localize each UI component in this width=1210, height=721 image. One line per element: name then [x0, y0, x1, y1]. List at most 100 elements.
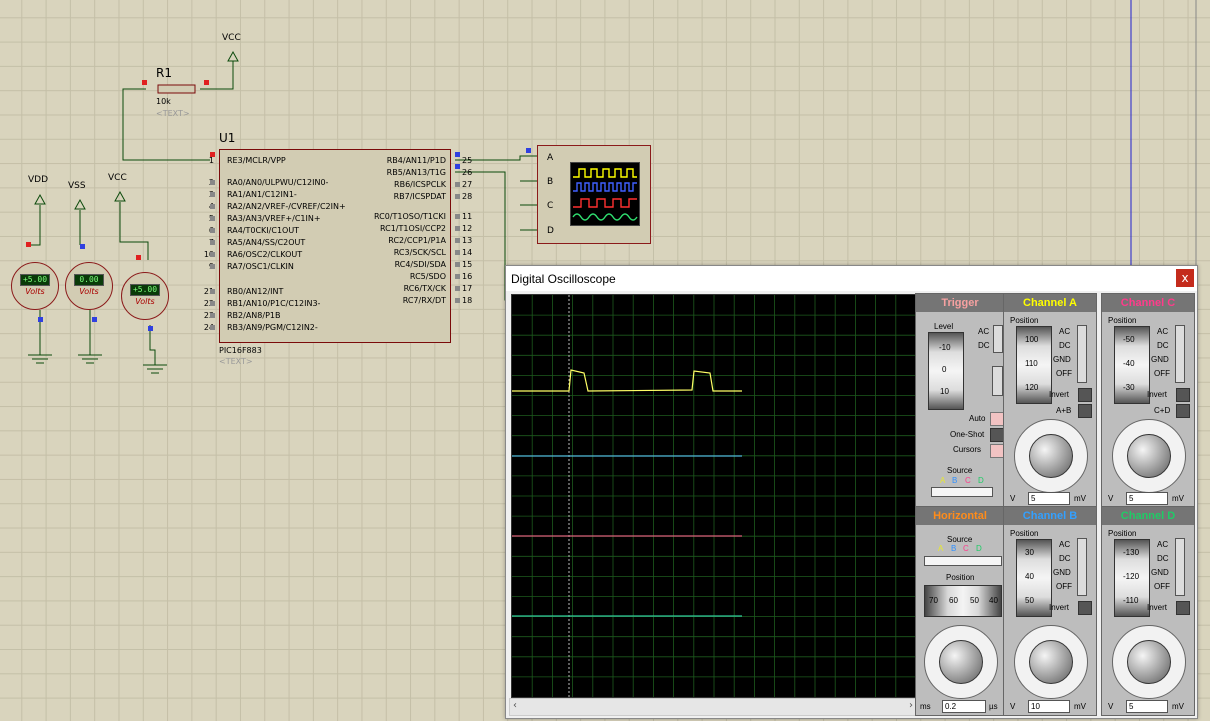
- channel-b-position-wheel[interactable]: 30 40 50: [1016, 539, 1052, 617]
- channel-b-coupling-switch[interactable]: [1077, 538, 1087, 596]
- channel-dc-label: DC: [1157, 554, 1169, 563]
- channel-position-tick: 120: [1025, 383, 1039, 392]
- channel-b-volts-value[interactable]: 10: [1028, 700, 1070, 713]
- channel-a-trace: [512, 369, 742, 392]
- trigger-edge-switch[interactable]: [992, 366, 1003, 396]
- channel-d-invert-button[interactable]: [1176, 601, 1190, 615]
- mcu-pin-name: RC2/CCP1/P1A: [388, 236, 446, 245]
- horizontal-source-label: Source: [947, 535, 973, 544]
- rb5-pin-marker: [455, 164, 460, 169]
- mcu-pin-marker: [455, 182, 460, 187]
- auto-button[interactable]: [990, 412, 1004, 426]
- channel-a-volts-knob[interactable]: [1014, 419, 1088, 493]
- mcu-pin-name: RB5/AN13/T1G: [386, 168, 446, 177]
- trigger-coupling-switch[interactable]: [993, 325, 1003, 353]
- oscilloscope-window[interactable]: Digital Oscilloscope x ‹ › Trigger Level…: [505, 265, 1198, 719]
- channel-a-coupling-switch[interactable]: [1077, 325, 1087, 383]
- timebase-knob[interactable]: [924, 625, 998, 699]
- mcu-pin-marker: [210, 216, 215, 221]
- horizontal-source-b: B: [951, 544, 957, 553]
- horizontal-position-wheel[interactable]: 70 60 50 40: [924, 585, 1002, 617]
- oscilloscope-symbol[interactable]: A B C D: [537, 145, 651, 244]
- channel-a-invert-button[interactable]: [1078, 388, 1092, 402]
- mcu-pin-number: 25: [462, 156, 473, 165]
- mcu-part: PIC16F883: [219, 346, 262, 355]
- mcu-pin-number: 27: [462, 180, 473, 189]
- channel-c-volts-knob[interactable]: [1112, 419, 1186, 493]
- vcc-top-label: VCC: [222, 33, 241, 43]
- scope-symbol-screen: [570, 162, 640, 226]
- channel-position-label: Position: [1108, 316, 1137, 325]
- channel-b-volts-knob[interactable]: [1014, 625, 1088, 699]
- channel-gnd-label: GND: [1151, 568, 1169, 577]
- channel-b-invert-button[interactable]: [1078, 601, 1092, 615]
- channel-c-invert-button[interactable]: [1176, 388, 1190, 402]
- trigger-source-slider[interactable]: [931, 487, 993, 497]
- trigger-source-a: A: [940, 476, 946, 485]
- vss-label: VSS: [68, 181, 86, 191]
- channel-off-label: OFF: [1056, 582, 1072, 591]
- horizontal-title: Horizontal: [916, 507, 1004, 525]
- scroll-right-icon[interactable]: ›: [909, 700, 913, 711]
- r1-pin1-marker: [142, 80, 147, 85]
- mcu-pin-number: 17: [462, 284, 473, 293]
- schematic-canvas[interactable]: VCC R1 10k <TEXT> VDD VSS VCC +5.00 Volt…: [0, 0, 1210, 721]
- channel-position-tick: 40: [1025, 572, 1034, 581]
- channel-unit-right: mV: [1172, 494, 1184, 503]
- channel-invert-label: Invert: [1049, 603, 1070, 612]
- channel-ac-label: AC: [1059, 540, 1071, 549]
- trigger-source-b: B: [952, 476, 958, 485]
- channel-a-combine-button[interactable]: [1078, 404, 1092, 418]
- mcu-pin-name: RC7/RX/DT: [402, 296, 446, 305]
- scroll-left-icon[interactable]: ‹: [513, 700, 517, 711]
- channel-a-title: Channel A: [1004, 294, 1096, 312]
- mcu-pin-marker: [455, 274, 460, 279]
- timebase-unit-right: µs: [989, 702, 998, 711]
- position-tick: 70: [929, 596, 938, 605]
- channel-combine-label: C+D: [1154, 406, 1171, 415]
- mcu-pin-name: RB3/AN9/PGM/C12IN2-: [227, 323, 318, 332]
- trigger-panel: Trigger Level -10 0 10 AC DC Auto One-Sh…: [915, 293, 1005, 508]
- mcu-pin-name: RA4/T0CKI/C1OUT: [227, 226, 300, 235]
- channel-d-coupling-switch[interactable]: [1175, 538, 1185, 596]
- mcu-pin-marker: [210, 313, 215, 318]
- voltmeter-vcc[interactable]: +5.00 Volts: [121, 272, 169, 320]
- timebase-value[interactable]: 0.2: [942, 700, 986, 713]
- cursors-label: Cursors: [953, 445, 982, 454]
- channel-d-volts-knob[interactable]: [1112, 625, 1186, 699]
- horizontal-source-slider[interactable]: [924, 556, 1002, 566]
- mcu-pic16f883[interactable]: 1RE3/MCLR/VPP2RA0/AN0/ULPWU/C12IN0-3RA1/…: [204, 149, 472, 343]
- level-tick: 10: [940, 387, 949, 396]
- channel-d-volts-value[interactable]: 5: [1126, 700, 1168, 713]
- scope-screen[interactable]: [511, 294, 917, 698]
- channel-a-position-wheel[interactable]: 100 110 120: [1016, 326, 1052, 404]
- mcu-pin-marker: [455, 214, 460, 219]
- trigger-level-wheel[interactable]: -10 0 10: [928, 332, 964, 410]
- channel-invert-label: Invert: [1147, 390, 1168, 399]
- mcu-pin-name: RB1/AN10/P1C/C12IN3-: [227, 299, 321, 308]
- channel-d-position-wheel[interactable]: -130 -120 -110: [1114, 539, 1150, 617]
- channel-position-tick: -130: [1123, 548, 1140, 557]
- one-shot-button[interactable]: [990, 428, 1004, 442]
- channel-position-tick: -30: [1123, 383, 1135, 392]
- mcu-pin-marker: [455, 238, 460, 243]
- voltmeter-vdd[interactable]: +5.00 Volts: [11, 262, 59, 310]
- mcu-pin-name: RC1/T1OSI/CCP2: [379, 224, 446, 233]
- channel-a-volts-value[interactable]: 5: [1028, 492, 1070, 505]
- horizontal-source-c: C: [963, 544, 969, 553]
- channel-d-title: Channel D: [1102, 507, 1194, 525]
- channel-c-combine-button[interactable]: [1176, 404, 1190, 418]
- channel-ac-label: AC: [1059, 327, 1071, 336]
- cursors-button[interactable]: [990, 444, 1004, 458]
- voltmeter-vss[interactable]: 0.00 Volts: [65, 262, 113, 310]
- scope-input-c: C: [547, 201, 554, 211]
- channel-off-label: OFF: [1154, 369, 1170, 378]
- channel-c-coupling-switch[interactable]: [1175, 325, 1185, 383]
- channel-c-volts-value[interactable]: 5: [1126, 492, 1168, 505]
- channel-c-position-wheel[interactable]: -50 -40 -30: [1114, 326, 1150, 404]
- window-titlebar[interactable]: Digital Oscilloscope x: [506, 266, 1197, 291]
- close-button[interactable]: x: [1176, 269, 1194, 287]
- level-tick: 0: [942, 365, 947, 374]
- horizontal-scrollbar[interactable]: ‹ ›: [509, 698, 917, 716]
- channel-position-tick: -110: [1123, 596, 1139, 605]
